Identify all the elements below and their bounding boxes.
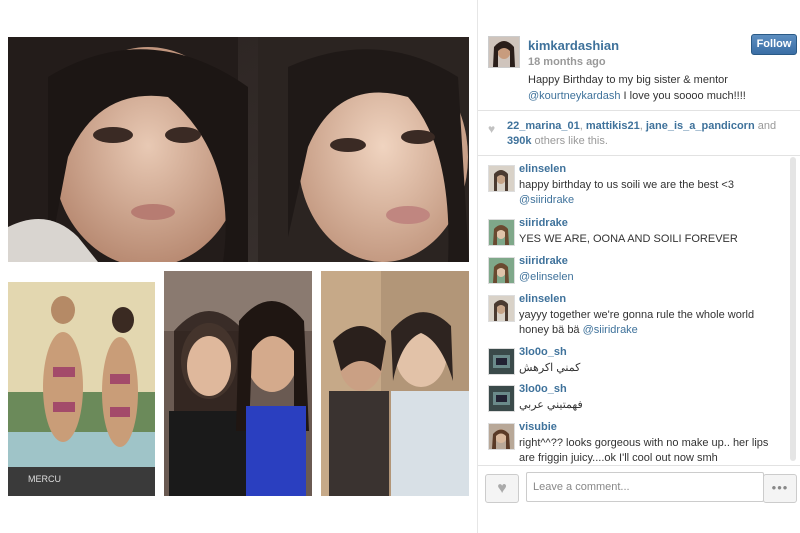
post-timestamp: 18 months ago bbox=[528, 56, 606, 68]
post-header: kimkardashian 18 months ago Follow Happy… bbox=[478, 0, 800, 111]
post-username[interactable]: kimkardashian bbox=[528, 38, 619, 53]
comment-text: فهمتيني عربي bbox=[519, 398, 787, 413]
collage-main-photo bbox=[8, 37, 469, 262]
comment-body: happy birthday to us soili we are the be… bbox=[519, 179, 734, 191]
comment-text: YES WE ARE, OONA AND SOILI FOREVER bbox=[519, 232, 787, 247]
post-caption: Happy Birthday to my big sister & mentor… bbox=[528, 72, 778, 104]
comment-text: yayyy together we're gonna rule the whol… bbox=[519, 308, 787, 338]
comment-username[interactable]: 3lo0o_sh bbox=[519, 346, 567, 358]
collage-photo-party bbox=[164, 271, 312, 496]
comment-text: كمني اكرهش bbox=[519, 361, 787, 376]
caption-suffix: I love you soooo much!!!! bbox=[620, 90, 746, 102]
more-options-icon: ••• bbox=[771, 480, 789, 495]
comment-username[interactable]: visubie bbox=[519, 421, 557, 433]
comment-input[interactable] bbox=[526, 472, 764, 502]
follow-button[interactable]: Follow bbox=[751, 34, 797, 55]
likes-and: and bbox=[757, 120, 777, 132]
avatar[interactable] bbox=[488, 423, 515, 450]
liker-link[interactable]: 22_marina_01 bbox=[507, 120, 580, 132]
more-options-button[interactable]: ••• bbox=[763, 474, 797, 503]
likes-suffix: others like this. bbox=[534, 135, 608, 147]
caption-text: Happy Birthday to my big sister & mentor bbox=[528, 74, 728, 86]
liker-link[interactable]: mattikis21 bbox=[586, 120, 640, 132]
heart-icon: ♥ bbox=[488, 122, 496, 136]
avatar[interactable] bbox=[488, 219, 515, 246]
post-photo[interactable]: MERCU bbox=[0, 0, 477, 533]
comment-body: YES WE ARE, OONA AND SOILI FOREVER bbox=[519, 233, 738, 245]
comment-body: كمني اكرهش bbox=[519, 362, 581, 374]
avatar[interactable] bbox=[488, 36, 520, 68]
comment-body: فهمتيني عربي bbox=[519, 399, 583, 411]
comment-text: right^^?? looks gorgeous with no make up… bbox=[519, 436, 787, 465]
comment-mention[interactable]: @elinselen bbox=[519, 271, 574, 283]
comment-username[interactable]: elinselen bbox=[519, 293, 566, 305]
comment-mention[interactable]: @siiridrake bbox=[583, 324, 638, 336]
post-detail-panel: kimkardashian 18 months ago Follow Happy… bbox=[477, 0, 800, 533]
svg-text:MERCU: MERCU bbox=[28, 474, 61, 484]
comments-list: elinselen happy birthday to us soili we … bbox=[478, 155, 800, 465]
collage-photo-beach: MERCU bbox=[8, 282, 155, 496]
comment-username[interactable]: siiridrake bbox=[519, 255, 568, 267]
likes-count[interactable]: 390k bbox=[507, 135, 531, 147]
comment-username[interactable]: 3lo0o_sh bbox=[519, 383, 567, 395]
avatar[interactable] bbox=[488, 348, 515, 375]
like-button[interactable]: ♥ bbox=[485, 474, 519, 503]
avatar[interactable] bbox=[488, 385, 515, 412]
comment-username[interactable]: siiridrake bbox=[519, 217, 568, 229]
avatar[interactable] bbox=[488, 165, 515, 192]
avatar[interactable] bbox=[488, 257, 515, 284]
comment-text: @elinselen bbox=[519, 270, 787, 285]
comment-body: right^^?? looks gorgeous with no make up… bbox=[519, 437, 769, 464]
caption-mention[interactable]: @kourtneykardash bbox=[528, 90, 621, 102]
comments-scrollbar[interactable] bbox=[790, 157, 796, 461]
heart-icon: ♥ bbox=[497, 480, 507, 497]
comment-username[interactable]: elinselen bbox=[519, 163, 566, 175]
comment-mention[interactable]: @siiridrake bbox=[519, 194, 574, 206]
comment-text: happy birthday to us soili we are the be… bbox=[519, 178, 787, 208]
liker-link[interactable]: jane_is_a_pandicorn bbox=[646, 120, 755, 132]
likes-summary: 22_marina_01, mattikis21, jane_is_a_pand… bbox=[507, 120, 777, 147]
avatar[interactable] bbox=[488, 295, 515, 322]
collage-photo-indoor bbox=[321, 271, 469, 496]
